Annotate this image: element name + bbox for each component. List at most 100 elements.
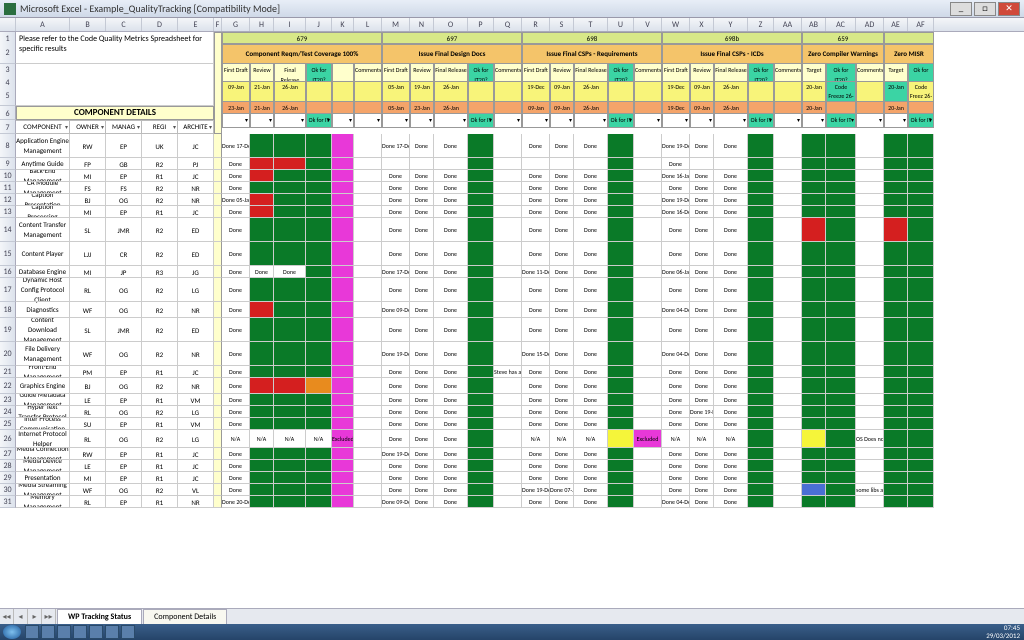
data-cell[interactable]: Done <box>222 182 250 194</box>
component-name[interactable]: CA Module Management <box>16 182 70 194</box>
tab-nav-next[interactable]: ▸ <box>28 609 42 625</box>
region-cell[interactable]: R1 <box>142 448 178 460</box>
component-name[interactable]: File Delivery Management <box>16 342 70 366</box>
data-cell[interactable]: Done <box>434 134 468 158</box>
data-cell[interactable] <box>468 394 494 406</box>
data-cell[interactable] <box>826 194 856 206</box>
data-cell[interactable] <box>908 218 934 242</box>
data-cell[interactable] <box>802 218 826 242</box>
filter-cell[interactable]: ▾ <box>382 114 410 128</box>
data-cell[interactable]: Done <box>714 170 748 182</box>
data-cell[interactable]: Done <box>382 170 410 182</box>
data-cell[interactable] <box>748 378 774 394</box>
data-cell[interactable] <box>354 342 382 366</box>
data-cell[interactable]: Done <box>434 318 468 342</box>
data-cell[interactable]: Done <box>434 406 468 418</box>
data-cell[interactable]: Done <box>662 242 690 266</box>
data-cell[interactable] <box>494 378 522 394</box>
data-cell[interactable]: Done <box>714 496 748 508</box>
data-cell[interactable] <box>608 302 634 318</box>
data-cell[interactable] <box>468 460 494 472</box>
data-cell[interactable]: Done <box>434 218 468 242</box>
filter-cell[interactable]: ▾ <box>332 114 354 128</box>
data-cell[interactable]: Done <box>662 182 690 194</box>
data-cell[interactable]: Done <box>434 302 468 318</box>
data-cell[interactable]: Done <box>690 394 714 406</box>
filter-cell[interactable]: Ok for IT▾ <box>306 114 332 128</box>
component-name[interactable]: Front-End Management <box>16 366 70 378</box>
architect-cell[interactable]: JC <box>178 206 214 218</box>
architect-cell[interactable]: JG <box>178 266 214 278</box>
data-cell[interactable] <box>250 366 274 378</box>
data-cell[interactable]: Done <box>662 158 690 170</box>
data-cell[interactable]: Done <box>382 218 410 242</box>
data-cell[interactable] <box>332 158 354 170</box>
data-cell[interactable] <box>332 318 354 342</box>
data-cell[interactable]: Done <box>434 342 468 366</box>
data-cell[interactable] <box>468 242 494 266</box>
data-cell[interactable] <box>748 430 774 448</box>
data-cell[interactable]: Done <box>382 242 410 266</box>
data-cell[interactable]: Done <box>410 194 434 206</box>
data-cell[interactable]: Done <box>714 460 748 472</box>
data-cell[interactable] <box>494 242 522 266</box>
data-cell[interactable]: Done <box>550 418 574 430</box>
data-cell[interactable] <box>306 472 332 484</box>
manager-cell[interactable]: OG <box>106 194 142 206</box>
data-cell[interactable] <box>354 418 382 430</box>
data-cell[interactable] <box>274 318 306 342</box>
data-cell[interactable] <box>884 318 908 342</box>
data-cell[interactable] <box>354 496 382 508</box>
data-cell[interactable] <box>494 266 522 278</box>
data-cell[interactable] <box>306 266 332 278</box>
manager-cell[interactable]: JP <box>106 266 142 278</box>
owner-cell[interactable]: RL <box>70 406 106 418</box>
owner-cell[interactable]: MI <box>70 472 106 484</box>
data-cell[interactable] <box>826 266 856 278</box>
data-cell[interactable] <box>856 448 884 460</box>
data-cell[interactable]: Done <box>550 378 574 394</box>
data-cell[interactable] <box>634 134 662 158</box>
data-cell[interactable] <box>634 158 662 170</box>
manager-cell[interactable]: EP <box>106 394 142 406</box>
data-cell[interactable] <box>884 278 908 302</box>
data-cell[interactable] <box>382 158 410 170</box>
data-cell[interactable]: Done <box>410 206 434 218</box>
data-cell[interactable] <box>494 484 522 496</box>
data-cell[interactable] <box>306 342 332 366</box>
data-cell[interactable]: Done <box>550 182 574 194</box>
data-cell[interactable] <box>354 182 382 194</box>
data-cell[interactable]: Done 19-Dec <box>662 194 690 206</box>
data-cell[interactable] <box>468 406 494 418</box>
data-cell[interactable] <box>748 394 774 406</box>
data-cell[interactable] <box>748 158 774 170</box>
data-cell[interactable]: Done <box>410 448 434 460</box>
data-cell[interactable] <box>354 472 382 484</box>
data-cell[interactable] <box>306 194 332 206</box>
owner-cell[interactable]: MI <box>70 206 106 218</box>
data-cell[interactable] <box>306 394 332 406</box>
data-cell[interactable] <box>306 418 332 430</box>
data-cell[interactable]: Done <box>690 182 714 194</box>
data-cell[interactable] <box>748 182 774 194</box>
data-cell[interactable]: Done <box>690 342 714 366</box>
data-cell[interactable]: Done <box>222 418 250 430</box>
architect-cell[interactable]: LG <box>178 430 214 448</box>
target-date[interactable] <box>856 82 884 102</box>
target-date[interactable] <box>468 82 494 102</box>
data-cell[interactable] <box>332 266 354 278</box>
data-cell[interactable]: Done <box>690 170 714 182</box>
data-cell[interactable] <box>354 366 382 378</box>
data-cell[interactable] <box>494 342 522 366</box>
data-cell[interactable]: Done <box>222 318 250 342</box>
extension-date[interactable]: 26-Jan <box>274 102 306 114</box>
data-cell[interactable] <box>802 496 826 508</box>
owner-cell[interactable]: LJJ <box>70 242 106 266</box>
data-cell[interactable]: Done <box>382 194 410 206</box>
filter-cell[interactable]: ▾ <box>774 114 802 128</box>
data-cell[interactable]: Done <box>574 318 608 342</box>
data-cell[interactable] <box>306 158 332 170</box>
data-cell[interactable] <box>774 418 802 430</box>
filter-cell[interactable]: Ok for IT▾ <box>608 114 634 128</box>
data-cell[interactable] <box>250 302 274 318</box>
